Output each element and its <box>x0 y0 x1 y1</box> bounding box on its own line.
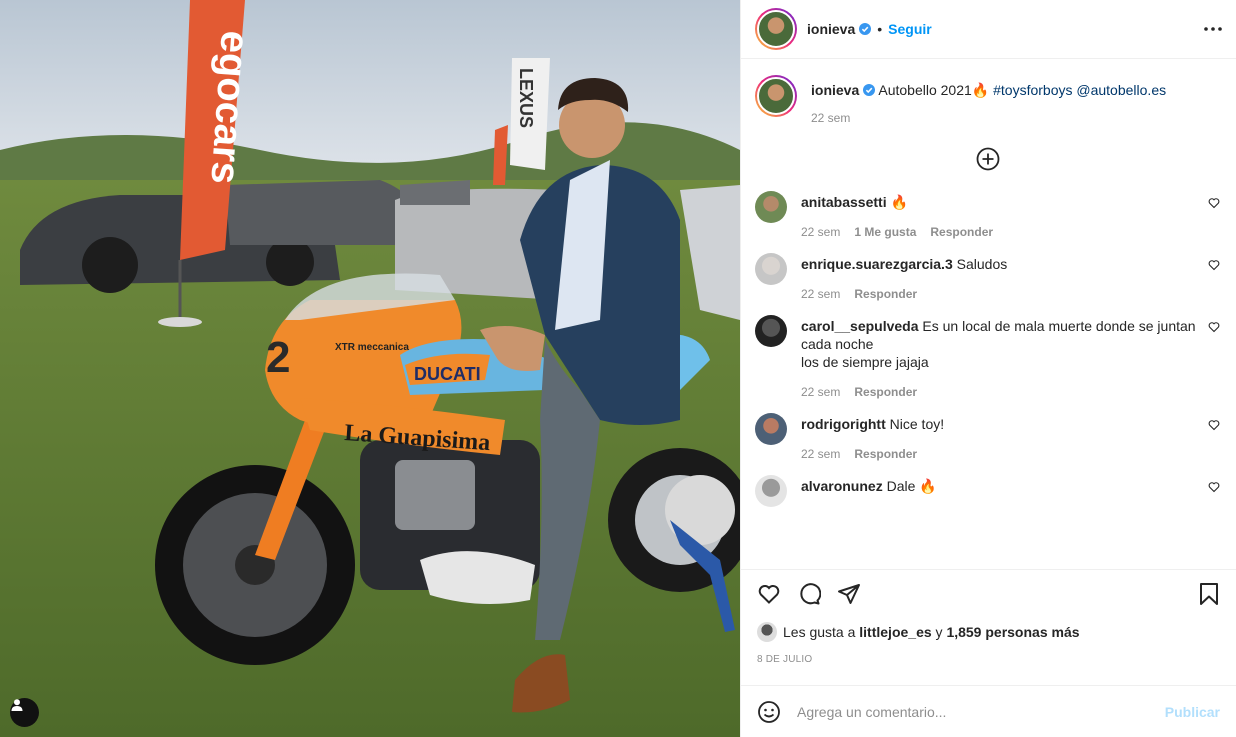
load-more-comments[interactable] <box>755 147 1220 171</box>
lexus-text: LEXUS <box>516 68 536 128</box>
post-dialog: egocars LEXUS 2 XTR meccanica DUCATI La … <box>0 0 1236 737</box>
like-heart-icon[interactable] <box>757 582 781 606</box>
follow-button[interactable]: Seguir <box>888 21 932 37</box>
person-icon <box>11 699 23 711</box>
photo-illustration: egocars LEXUS 2 XTR meccanica DUCATI La … <box>0 0 740 737</box>
bike-brand: DUCATI <box>414 364 481 384</box>
likes-prefix: Les gusta a <box>783 624 856 640</box>
caption-username[interactable]: ionieva <box>811 82 859 98</box>
commenter-avatar[interactable] <box>755 413 787 445</box>
comment-timestamp[interactable]: 22 sem <box>801 287 840 301</box>
like-comment-icon[interactable] <box>1208 259 1220 271</box>
likes-and: y <box>935 624 943 640</box>
publish-button[interactable]: Publicar <box>1165 704 1220 720</box>
reply-button[interactable]: Responder <box>854 385 917 399</box>
caption-hashtags[interactable]: #toysforboys @autobello.es <box>993 82 1166 98</box>
liker-username[interactable]: littlejoe_es <box>859 624 931 640</box>
post-photo[interactable]: egocars LEXUS 2 XTR meccanica DUCATI La … <box>0 0 740 737</box>
comment-item: carol__sepulveda Es un local de mala mue… <box>755 315 1220 399</box>
post-actions: Les gusta a littlejoe_es y 1,859 persona… <box>741 569 1236 685</box>
comment-item: anitabassetti 🔥 22 sem 1 Me gusta Responde… <box>755 191 1220 239</box>
share-paper-plane-icon[interactable] <box>837 582 861 606</box>
caption-text: Autobello 2021 <box>878 82 972 98</box>
commenter-username[interactable]: anitabassetti <box>801 194 887 210</box>
comment-composer: Agrega un comentario... Publicar <box>741 685 1236 737</box>
emoji-smiley-icon[interactable] <box>757 700 781 724</box>
like-comment-icon[interactable] <box>1208 321 1220 333</box>
comment-text: Dale 🔥 <box>886 478 937 494</box>
comment-item: rodrigorightt Nice toy! 22 sem Responder <box>755 413 1220 461</box>
comment-text: Nice toy! <box>889 416 945 432</box>
commenter-username[interactable]: alvaronunez <box>801 478 883 494</box>
tagged-people-button[interactable] <box>10 698 39 727</box>
comment-item: alvaronunez Dale 🔥 <box>755 475 1220 507</box>
post-header: ionieva • Seguir <box>741 0 1236 59</box>
liker-avatar[interactable] <box>757 622 777 642</box>
comment-text: Saludos <box>956 256 1008 272</box>
commenter-avatar[interactable] <box>755 253 787 285</box>
commenter-avatar[interactable] <box>755 315 787 347</box>
verified-badge-icon <box>863 84 876 96</box>
more-options-icon[interactable] <box>1204 27 1222 31</box>
separator-dot: • <box>877 21 883 37</box>
commenter-username[interactable]: enrique.suarezgarcia.3 <box>801 256 953 272</box>
fairing-text: XTR meccanica <box>335 342 409 353</box>
save-bookmark-icon[interactable] <box>1198 582 1220 606</box>
commenter-username[interactable]: rodrigorightt <box>801 416 886 432</box>
author-username[interactable]: ionieva <box>807 21 855 37</box>
post-caption: ionieva Autobello 2021🔥 #toysforboys @au… <box>755 75 1220 125</box>
comment-likes[interactable]: 1 Me gusta <box>854 225 916 239</box>
likes-summary: Les gusta a littlejoe_es y 1,859 persona… <box>757 622 1220 642</box>
like-comment-icon[interactable] <box>1208 481 1220 493</box>
post-side-panel: ionieva • Seguir ionieva Autobello 2021🔥… <box>740 0 1236 737</box>
comment-timestamp[interactable]: 22 sem <box>801 447 840 461</box>
comments-list[interactable]: ionieva Autobello 2021🔥 #toysforboys @au… <box>741 59 1236 569</box>
verified-badge-icon <box>859 23 872 35</box>
post-date[interactable]: 8 DE JULIO <box>757 654 1220 665</box>
plus-circle-icon[interactable] <box>976 147 1000 171</box>
comment-item: enrique.suarezgarcia.3 Saludos 22 sem Res… <box>755 253 1220 301</box>
like-comment-icon[interactable] <box>1208 197 1220 209</box>
comment-timestamp[interactable]: 22 sem <box>801 225 840 239</box>
commenter-avatar[interactable] <box>755 191 787 223</box>
caption-avatar[interactable] <box>755 75 797 117</box>
bike-number: 2 <box>266 333 290 382</box>
comment-bubble-icon[interactable] <box>797 582 821 606</box>
comment-text-continued: los de siempre jajaja <box>801 354 929 370</box>
fire-emoji: 🔥 <box>971 82 990 98</box>
author-avatar[interactable] <box>755 8 797 50</box>
commenter-avatar[interactable] <box>755 475 787 507</box>
reply-button[interactable]: Responder <box>930 225 993 239</box>
caption-timestamp[interactable]: 22 sem <box>811 111 850 125</box>
reply-button[interactable]: Responder <box>854 287 917 301</box>
comment-text: 🔥 <box>890 194 908 210</box>
commenter-username[interactable]: carol__sepulveda <box>801 318 919 334</box>
like-comment-icon[interactable] <box>1208 419 1220 431</box>
likes-count[interactable]: 1,859 personas más <box>946 624 1079 640</box>
comment-timestamp[interactable]: 22 sem <box>801 385 840 399</box>
comment-input[interactable]: Agrega un comentario... <box>797 704 1165 720</box>
reply-button[interactable]: Responder <box>854 447 917 461</box>
